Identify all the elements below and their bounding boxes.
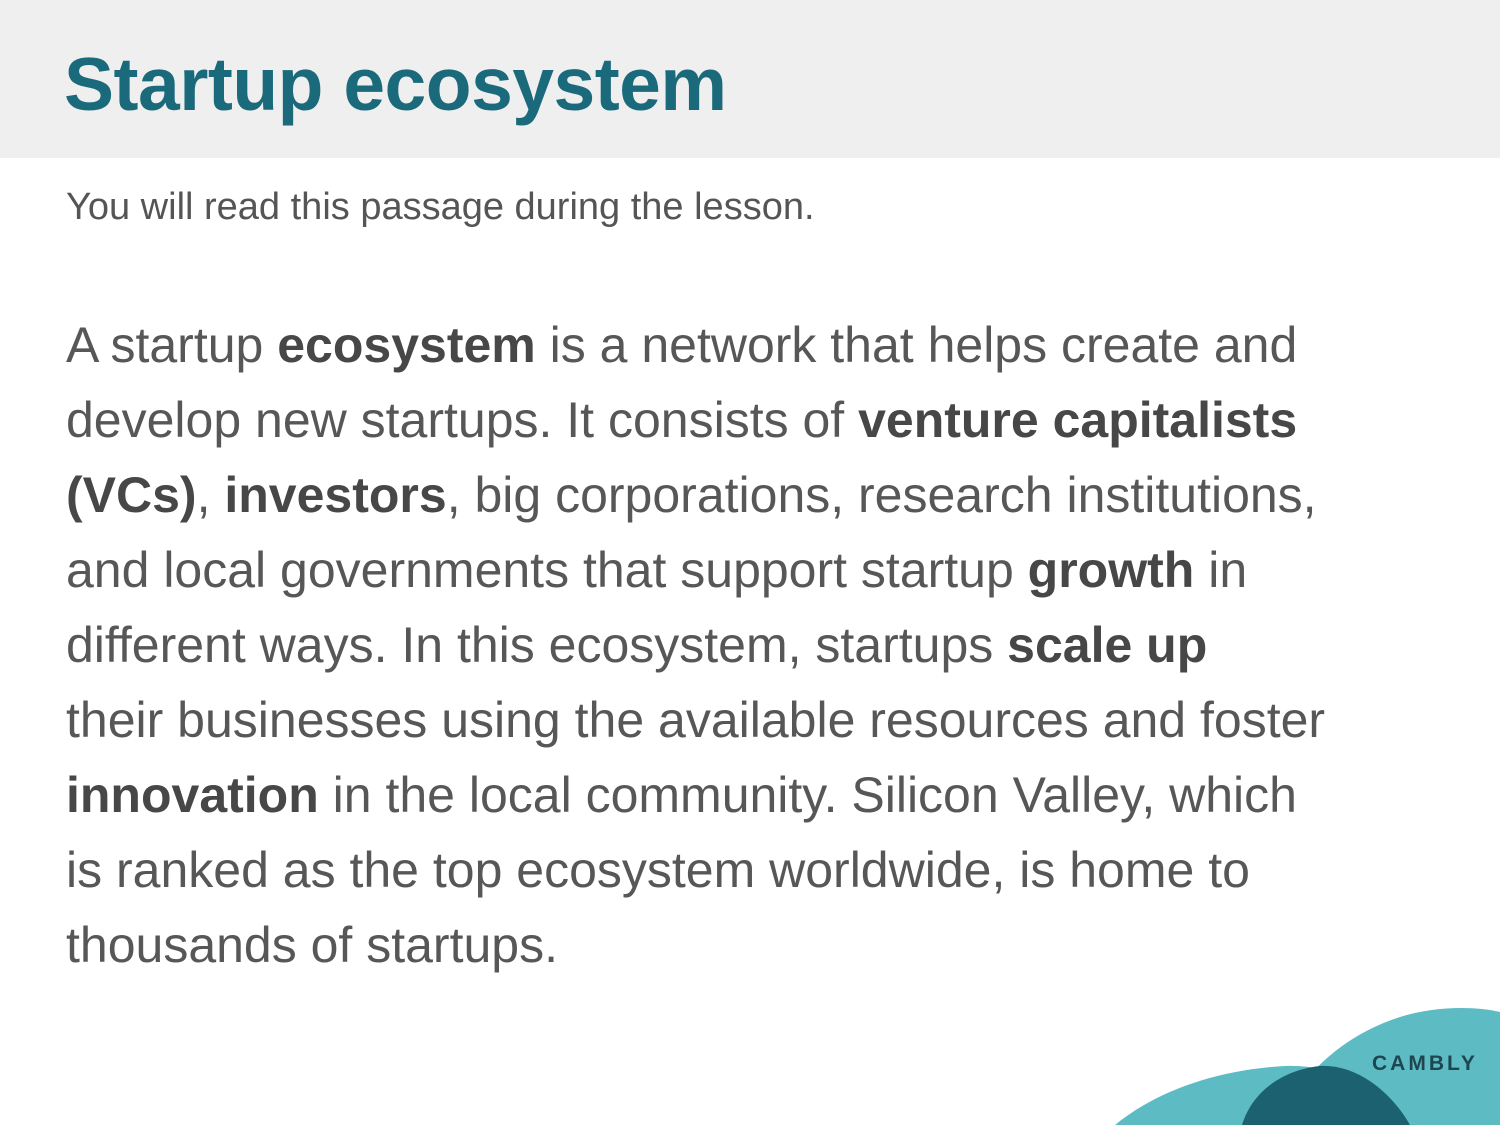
passage-text: thousands of startups.: [66, 917, 558, 973]
reading-passage: A startup ecosystem is a network that he…: [66, 308, 1466, 983]
passage-line: their businesses using the available res…: [66, 683, 1466, 758]
passage-line: innovation in the local community. Silic…: [66, 758, 1466, 833]
passage-text: in: [1194, 542, 1248, 598]
passage-text: A startup: [66, 317, 278, 373]
passage-line: is ranked as the top ecosystem worldwide…: [66, 833, 1466, 908]
vocabulary-term: scale up: [1007, 617, 1208, 673]
passage-text: develop new startups. It consists of: [66, 392, 859, 448]
passage-text: is a network that helps create and: [535, 317, 1298, 373]
passage-text: and local governments that support start…: [66, 542, 1028, 598]
passage-line: and local governments that support start…: [66, 533, 1466, 608]
passage-text: is ranked as the top ecosystem worldwide…: [66, 842, 1250, 898]
passage-line: A startup ecosystem is a network that he…: [66, 308, 1466, 383]
passage-line: thousands of startups.: [66, 908, 1466, 983]
passage-text: , big corporations, research institution…: [446, 467, 1317, 523]
cambly-logo: CAMBLY: [1372, 1052, 1478, 1075]
vocabulary-term: ecosystem: [277, 317, 536, 373]
vocabulary-term: venture capitalists: [858, 392, 1298, 448]
slide-subtitle: You will read this passage during the le…: [66, 186, 815, 228]
passage-text: ,: [196, 467, 225, 523]
vocabulary-term: investors: [224, 467, 447, 523]
passage-text: their businesses using the available res…: [66, 692, 1326, 748]
passage-line: develop new startups. It consists of ven…: [66, 383, 1466, 458]
vocabulary-term: (VCs): [66, 467, 197, 523]
vocabulary-term: growth: [1027, 542, 1195, 598]
passage-text: different ways. In this ecosystem, start…: [66, 617, 1008, 673]
passage-line: (VCs), investors, big corporations, rese…: [66, 458, 1466, 533]
passage-text: in the local community. Silicon Valley, …: [318, 767, 1297, 823]
slide-title: Startup ecosystem: [64, 42, 727, 126]
passage-line: different ways. In this ecosystem, start…: [66, 608, 1466, 683]
vocabulary-term: innovation: [66, 767, 319, 823]
